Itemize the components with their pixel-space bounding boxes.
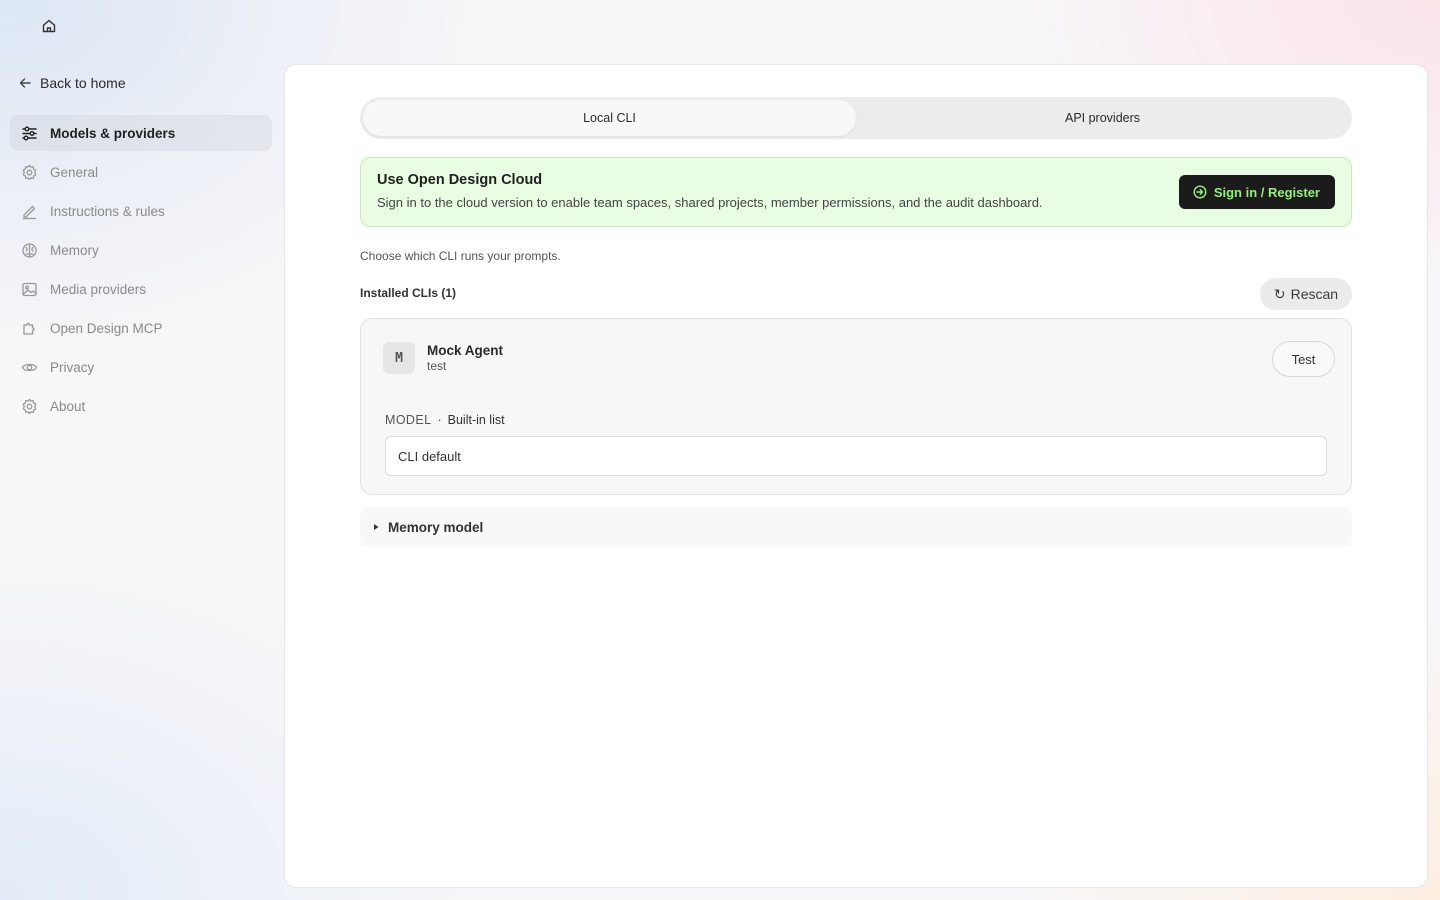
sign-in-icon (1193, 185, 1207, 199)
sidebar-item-open-design-mcp[interactable]: Open Design MCP (10, 310, 272, 346)
caret-right-icon (374, 524, 379, 530)
sidebar-item-label: Open Design MCP (50, 320, 163, 336)
agent-subtitle: test (427, 359, 447, 373)
sidebar-item-label: Memory (50, 242, 99, 258)
back-to-home-link[interactable]: Back to home (18, 72, 126, 94)
agent-name: Mock Agent (427, 343, 504, 358)
tab-api-providers[interactable]: API providers (856, 100, 1349, 136)
cloud-banner: Use Open Design Cloud Sign in to the clo… (360, 157, 1352, 227)
image-icon (22, 282, 37, 296)
model-label-row: MODEL · Built-in list (385, 413, 505, 427)
sidebar-item-memory[interactable]: Memory (10, 232, 272, 268)
sign-in-register-button[interactable]: Sign in / Register (1178, 175, 1335, 209)
sidebar-item-label: About (50, 398, 86, 414)
model-source: Built-in list (447, 413, 505, 427)
sign-in-register-label: Sign in / Register (1213, 184, 1320, 200)
sidebar-item-label: Privacy (50, 359, 95, 375)
plugin-icon (23, 322, 35, 335)
memory-model-disclosure[interactable]: Memory model (360, 507, 1352, 547)
rescan-button[interactable]: ↻ Rescan (1260, 278, 1352, 310)
agent-avatar: M (383, 342, 415, 374)
installed-clis-heading: Installed CLIs (1) (360, 286, 457, 300)
model-label: MODEL (385, 413, 432, 427)
model-separator: · (437, 413, 442, 427)
settings-panel: Local CLI API providers Use Open Design … (284, 64, 1428, 888)
sidebar-item-models-providers[interactable]: Models & providers (10, 115, 272, 151)
sidebar-item-label: Instructions & rules (50, 203, 165, 219)
back-to-home-label: Back to home (40, 75, 126, 91)
arrow-left-icon (19, 78, 31, 88)
sidebar-item-label: Media providers (50, 281, 147, 297)
home-button[interactable] (38, 15, 60, 37)
eye-icon (21, 363, 38, 371)
cloud-banner-description: Sign in to the cloud version to enable t… (377, 195, 1043, 210)
sidebar-item-about[interactable]: About (10, 388, 272, 424)
tab-local-cli[interactable]: Local CLI (363, 100, 856, 136)
pen-icon (23, 205, 36, 219)
sidebar-item-instructions-rules[interactable]: Instructions & rules (10, 193, 272, 229)
memory-model-label: Memory model (388, 519, 484, 535)
sliders-icon (22, 125, 37, 141)
sidebar-item-label: General (50, 164, 99, 180)
cli-agent-card: M Mock Agent test Test MODEL · Built-in … (360, 318, 1352, 495)
provider-tabs: Local CLI API providers (360, 97, 1352, 139)
gear-icon (22, 398, 37, 414)
model-select[interactable]: CLI default (385, 436, 1327, 476)
brain-icon (22, 242, 37, 258)
home-icon (42, 19, 56, 33)
cloud-banner-title: Use Open Design Cloud (377, 172, 543, 188)
sidebar-item-media-providers[interactable]: Media providers (10, 271, 272, 307)
settings-sidebar: Models & providers General Instructions … (10, 115, 272, 427)
refresh-icon: ↻ (1273, 285, 1286, 302)
sidebar-item-general[interactable]: General (10, 154, 272, 190)
test-button[interactable]: Test (1272, 341, 1335, 377)
gear-icon (22, 164, 37, 180)
sidebar-item-privacy[interactable]: Privacy (10, 349, 272, 385)
cli-intro-text: Choose which CLI runs your prompts. (360, 249, 561, 263)
rescan-label: Rescan (1290, 286, 1339, 302)
sidebar-item-label: Models & providers (50, 125, 176, 141)
